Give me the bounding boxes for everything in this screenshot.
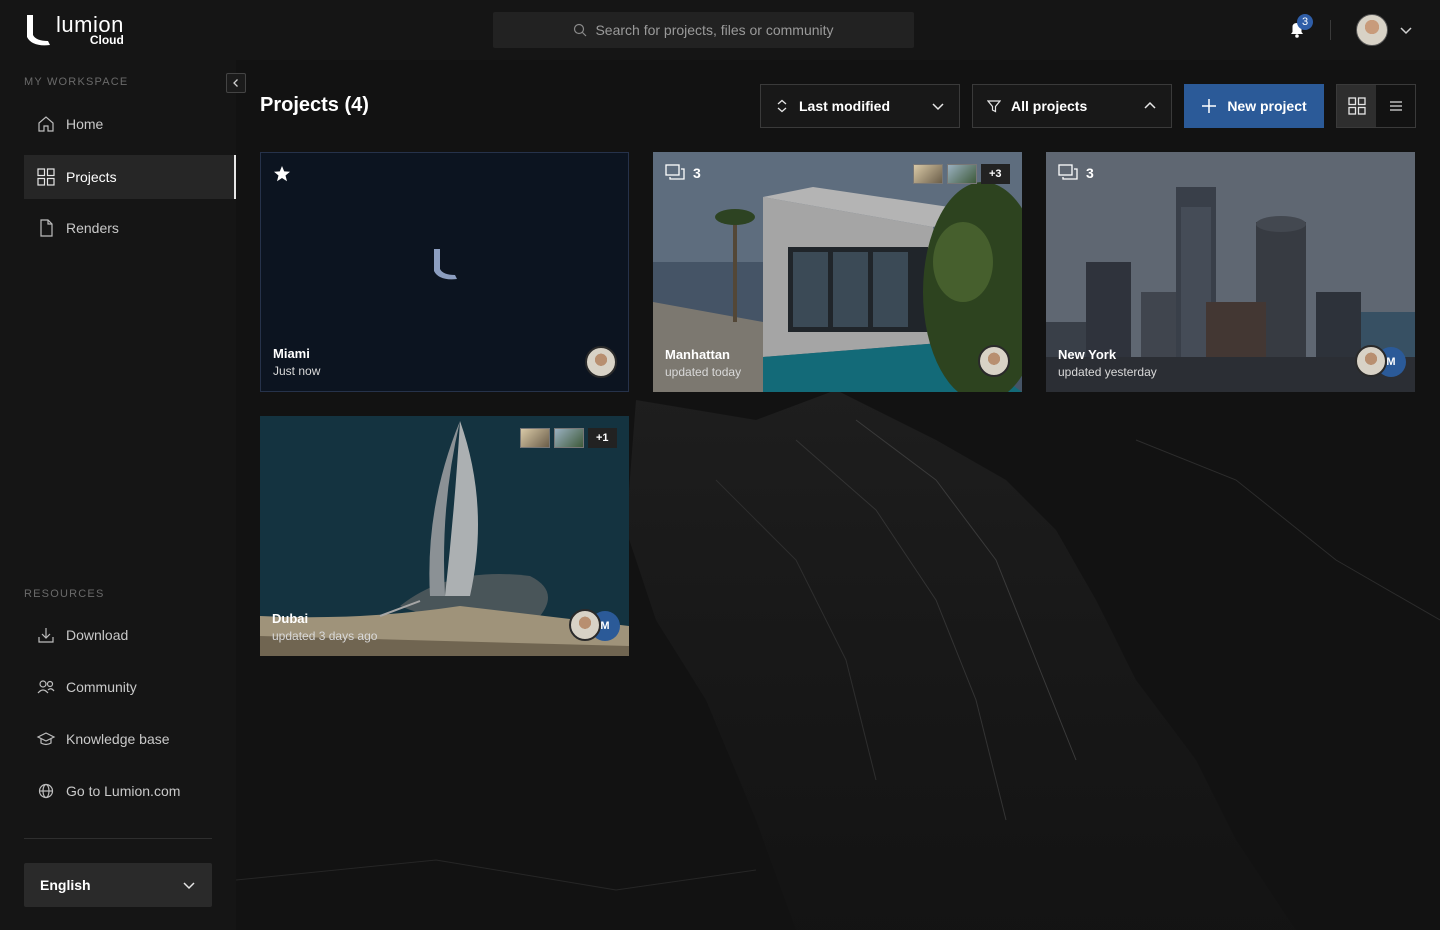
- sort-icon: [777, 99, 787, 113]
- sidebar-item-renders[interactable]: Renders: [24, 206, 236, 250]
- sidebar-item-label: Knowledge base: [66, 731, 170, 747]
- render-thumbnail[interactable]: [947, 164, 977, 184]
- sidebar-item-label: Home: [66, 116, 104, 132]
- view-toggle: [1336, 84, 1416, 128]
- chevron-down-icon: [183, 882, 195, 890]
- user-avatar[interactable]: [1356, 14, 1388, 46]
- people-icon: [37, 680, 55, 694]
- member-avatar: [569, 609, 601, 641]
- home-icon: [38, 116, 54, 132]
- comment-count[interactable]: 3: [665, 164, 701, 182]
- project-name: New York: [1058, 347, 1117, 362]
- language-select[interactable]: English: [24, 863, 212, 907]
- member-avatar: [585, 346, 617, 378]
- project-card-manhattan[interactable]: 3 +3 Manhattan updated today: [653, 152, 1022, 392]
- sort-label: Last modified: [799, 98, 891, 114]
- collapse-sidebar-button[interactable]: [226, 73, 246, 93]
- sidebar-divider: [24, 838, 212, 839]
- render-thumbnail[interactable]: [520, 428, 550, 448]
- language-value: English: [40, 877, 91, 893]
- render-thumbnails: +1: [520, 428, 617, 448]
- workspace-section-title: MY WORKSPACE: [24, 76, 129, 88]
- comment-count-value: 3: [693, 165, 701, 181]
- project-name: Miami: [273, 346, 310, 361]
- star-icon[interactable]: [273, 165, 291, 183]
- grid-icon: [37, 168, 55, 186]
- grid-view-icon: [1347, 97, 1366, 115]
- globe-icon: [38, 783, 54, 799]
- notification-count-badge: 3: [1297, 14, 1313, 30]
- filter-label: All projects: [1011, 98, 1088, 114]
- sidebar-item-community[interactable]: Community: [24, 665, 236, 709]
- grid-view-button[interactable]: [1337, 85, 1376, 127]
- more-renders-badge[interactable]: +1: [588, 428, 617, 448]
- sidebar-item-label: Download: [66, 627, 129, 643]
- list-view-button[interactable]: [1376, 85, 1415, 127]
- project-card-miami[interactable]: Miami Just now: [260, 152, 629, 392]
- comment-icon: [665, 164, 685, 180]
- new-project-label: New project: [1227, 98, 1307, 114]
- project-name: Dubai: [272, 611, 309, 626]
- sidebar-item-knowledge-base[interactable]: Knowledge base: [24, 717, 236, 761]
- sidebar-item-projects[interactable]: Projects: [24, 155, 236, 199]
- project-updated: updated 3 days ago: [272, 629, 378, 643]
- render-thumbnail[interactable]: [554, 428, 584, 448]
- project-card-new-york[interactable]: 3 New York updated yesterday M: [1046, 152, 1415, 392]
- download-icon: [38, 628, 54, 643]
- comment-count[interactable]: 3: [1058, 164, 1094, 182]
- sidebar-item-home[interactable]: Home: [24, 102, 236, 146]
- sort-dropdown[interactable]: Last modified: [760, 84, 960, 128]
- filter-dropdown[interactable]: All projects: [972, 84, 1172, 128]
- render-thumbnails: +3: [913, 164, 1010, 184]
- sidebar-item-label: Community: [66, 679, 137, 695]
- sidebar-item-label: Go to Lumion.com: [66, 783, 181, 799]
- sidebar-item-lumion-com[interactable]: Go to Lumion.com: [24, 769, 236, 813]
- plus-icon: [1202, 99, 1217, 113]
- new-project-button[interactable]: New project: [1184, 84, 1324, 128]
- file-icon: [40, 219, 53, 237]
- search-placeholder: Search for projects, files or community: [595, 22, 834, 38]
- chevron-down-icon[interactable]: [1398, 22, 1414, 38]
- chevron-down-icon: [932, 103, 944, 111]
- project-updated: Just now: [273, 364, 321, 378]
- member-avatar: [1355, 345, 1387, 377]
- list-view-icon: [1389, 101, 1402, 111]
- comment-count-value: 3: [1086, 165, 1094, 181]
- filter-icon: [987, 100, 1001, 113]
- render-thumbnail[interactable]: [913, 164, 943, 184]
- graduation-cap-icon: [36, 732, 56, 746]
- project-name: Manhattan: [665, 347, 730, 362]
- project-card-dubai[interactable]: +1 Dubai updated 3 days ago M: [260, 416, 629, 656]
- project-updated: updated today: [665, 365, 742, 379]
- chevron-left-icon: [233, 79, 238, 87]
- member-avatar: [978, 345, 1010, 377]
- resources-section-title: RESOURCES: [24, 588, 105, 600]
- sidebar-item-download[interactable]: Download: [24, 613, 236, 657]
- top-bar: lumion Cloud Search for projects, files …: [0, 0, 1440, 60]
- sidebar-item-label: Projects: [66, 169, 117, 185]
- project-updated: updated yesterday: [1058, 365, 1157, 379]
- sidebar-item-label: Renders: [66, 220, 119, 236]
- lumion-cloud-logo[interactable]: lumion Cloud: [24, 12, 124, 48]
- topbar-divider: [1330, 20, 1331, 40]
- lumion-placeholder-icon: [434, 249, 457, 280]
- page-title: Projects (4): [260, 94, 369, 116]
- comment-icon: [1058, 164, 1078, 180]
- chevron-up-icon: [1144, 101, 1156, 109]
- search-icon: [574, 23, 587, 37]
- lumion-logo-icon: [27, 15, 50, 46]
- search-input[interactable]: Search for projects, files or community: [493, 12, 914, 48]
- more-renders-badge[interactable]: +3: [981, 164, 1010, 184]
